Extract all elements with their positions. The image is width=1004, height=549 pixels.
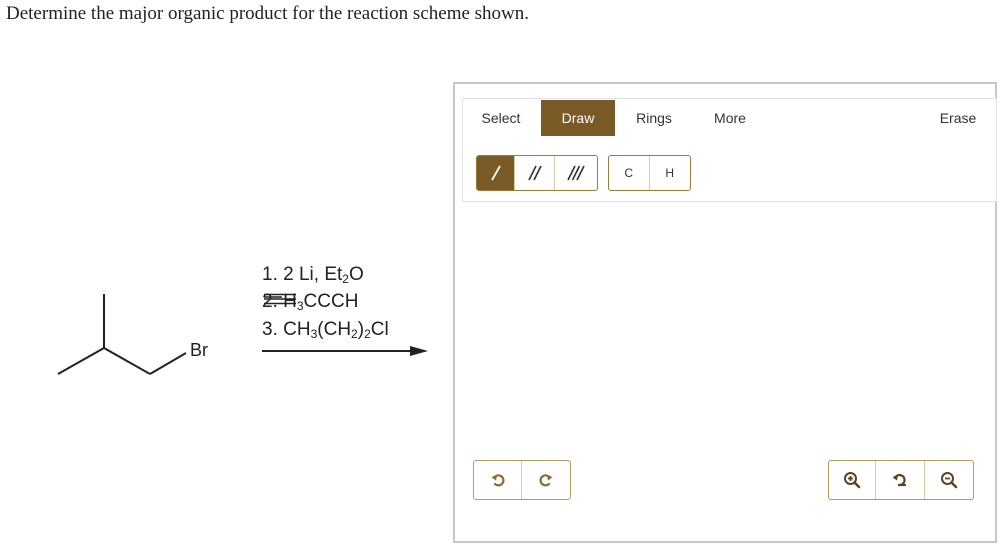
reagent-2-carbon-2: C — [317, 291, 332, 312]
structure-editor[interactable]: Select Draw Rings More Erase C H — [453, 82, 997, 543]
triple-bond-icon — [264, 293, 296, 305]
single-bond-tool-icon — [490, 165, 501, 181]
single-bond-button[interactable] — [477, 156, 515, 190]
reset-view-button[interactable] — [876, 461, 925, 499]
ch-ch2-bond — [103, 347, 151, 375]
bromine-label: Br — [190, 340, 208, 360]
bond-tools — [476, 155, 598, 191]
tab-draw[interactable]: Draw — [541, 100, 615, 136]
reagent-1-text: 1. 2 Li, Et — [262, 264, 343, 285]
reagent-3-sub-3: 2 — [364, 327, 371, 341]
carbon-atom-button[interactable]: C — [609, 156, 650, 190]
reagent-step-3: 3. CH3(CH2)2Cl — [262, 320, 389, 340]
zoom-controls — [828, 460, 974, 500]
atom-tools: C H — [608, 155, 691, 191]
editor-tabs: Select Draw Rings More Erase — [463, 99, 996, 137]
reaction-scheme: Br 1. 2 Li, Et2O 2. H3C C CH 3. CH3(CH2)2C… — [0, 250, 440, 400]
reset-view-icon — [892, 473, 907, 487]
reagent-3-sub-2: 2 — [351, 327, 358, 341]
reagent-3-end: Cl — [370, 319, 389, 340]
undo-button[interactable] — [474, 461, 523, 499]
drawing-canvas[interactable] — [462, 204, 997, 459]
zoom-out-button[interactable] — [925, 461, 973, 499]
reagent-3-text: 3. CH — [262, 319, 311, 340]
reagent-step-2: 2. H3C C CH — [262, 292, 358, 312]
triple-bond-button[interactable] — [555, 156, 597, 190]
reagent-3-mid: (CH — [317, 319, 352, 340]
double-bond-button[interactable] — [515, 156, 555, 190]
reaction-arrow-head — [410, 346, 428, 356]
reagent-1-subscript: 2 — [342, 272, 349, 286]
methyl-bond-left — [57, 347, 105, 375]
reagent-1-text-end: O — [348, 264, 364, 285]
zoom-in-button[interactable] — [829, 461, 877, 499]
reagent-step-1: 1. 2 Li, Et2O — [262, 265, 364, 285]
triple-bond-tool-icon — [567, 165, 585, 181]
tab-more[interactable]: More — [699, 100, 761, 136]
zoom-in-icon — [844, 472, 861, 489]
tab-erase[interactable]: Erase — [927, 100, 989, 136]
double-bond-tool-icon — [527, 165, 542, 181]
tab-rings[interactable]: Rings — [623, 100, 685, 136]
tab-select[interactable]: Select — [470, 100, 532, 136]
zoom-out-icon — [940, 472, 958, 489]
question-text: Determine the major organic product for … — [6, 3, 530, 24]
reagent-2-carbon: C — [303, 291, 318, 312]
hydrogen-atom-button[interactable]: H — [650, 156, 691, 190]
redo-icon — [539, 474, 553, 487]
history-controls — [473, 460, 571, 500]
redo-button[interactable] — [522, 461, 570, 499]
reagent-2-end: CH — [331, 291, 359, 312]
editor-toolbar: Select Draw Rings More Erase C H — [462, 98, 997, 202]
undo-icon — [491, 474, 504, 487]
c-br-bond — [149, 352, 187, 375]
